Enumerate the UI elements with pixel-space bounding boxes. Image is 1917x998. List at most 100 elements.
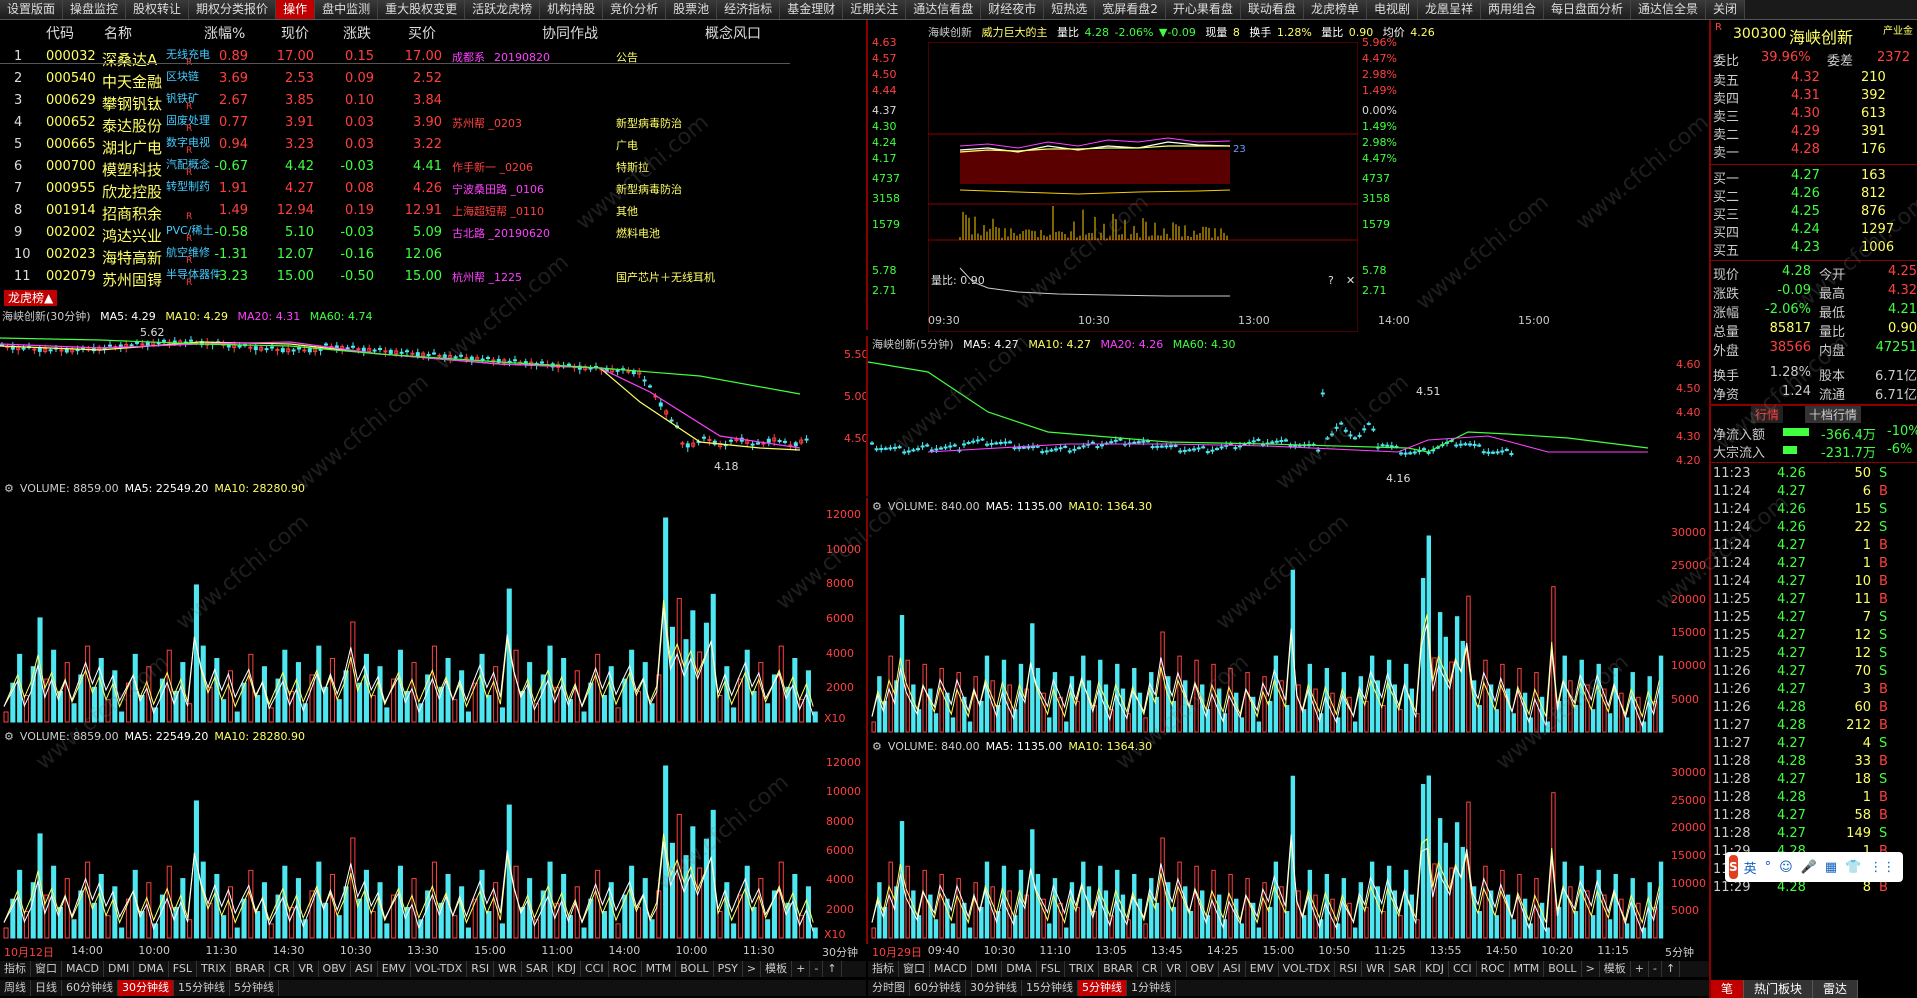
- bid-price[interactable]: 4.26: [1791, 186, 1820, 201]
- stock-name[interactable]: 湖北广电: [102, 137, 162, 158]
- settings-icon[interactable]: ⚙: [872, 500, 882, 513]
- stock-name[interactable]: 中天金融: [102, 71, 162, 92]
- volume-chart[interactable]: [0, 498, 866, 728]
- indicator-button[interactable]: ROC: [609, 961, 642, 977]
- indicator-button[interactable]: CCI: [1449, 961, 1477, 977]
- stock-code[interactable]: 000652: [46, 115, 96, 130]
- ask-price[interactable]: 4.31: [1791, 88, 1820, 103]
- stock-code[interactable]: 000700: [46, 159, 96, 174]
- indicator-button[interactable]: KDJ: [553, 961, 581, 977]
- indicator-button[interactable]: PSY: [714, 961, 743, 977]
- top-tab[interactable]: 电视剧: [1366, 0, 1418, 19]
- indicator-button[interactable]: 分时图: [868, 980, 910, 996]
- settings-icon[interactable]: ⚙: [872, 740, 882, 753]
- ime-button-6[interactable]: ⋮⋮: [1869, 860, 1895, 875]
- indicator-button[interactable]: 1分钟线: [1127, 980, 1176, 996]
- table-row[interactable]: 1000032深桑达A无线充电R0.8917.000.1517.00成都系 _2…: [0, 46, 866, 70]
- volume-chart[interactable]: [868, 516, 1711, 738]
- indicator-button[interactable]: ASI: [351, 961, 378, 977]
- indicator-button[interactable]: 30分钟线: [966, 980, 1022, 996]
- quote-bottom-tab[interactable]: 雷达: [1813, 980, 1859, 998]
- lhb-tag[interactable]: 龙虎榜▲: [4, 290, 58, 306]
- top-tab[interactable]: 操作: [276, 0, 316, 19]
- indicator-button[interactable]: -: [810, 961, 824, 977]
- stock-code[interactable]: 000665: [46, 137, 96, 152]
- top-tab[interactable]: 每日盘面分析: [1544, 0, 1632, 19]
- volume-chart[interactable]: [868, 756, 1711, 944]
- indicator-button[interactable]: +: [1631, 961, 1649, 977]
- volume-chart[interactable]: [0, 746, 866, 944]
- table-row[interactable]: 6 000700 模塑科技 汽配概念 R -0.67 4.42 -0.03 4.41 作手新一 _…: [0, 156, 866, 179]
- ask-price[interactable]: 4.32: [1791, 70, 1820, 85]
- top-tab[interactable]: 财经夜市: [981, 0, 1045, 19]
- indicator-button[interactable]: VR: [1162, 961, 1187, 977]
- indicator-button[interactable]: ↑: [1662, 961, 1681, 977]
- top-tab[interactable]: 操盘监控: [63, 0, 127, 19]
- bid-price[interactable]: 4.25: [1791, 204, 1820, 219]
- indicator-button[interactable]: MACD: [930, 961, 972, 977]
- top-tab[interactable]: 机构持股: [540, 0, 604, 19]
- indicator-button[interactable]: DMA: [134, 961, 169, 977]
- stock-code[interactable]: 002023: [46, 247, 96, 262]
- indicator-button[interactable]: 60分钟线: [62, 980, 118, 996]
- stock-code[interactable]: 000540: [46, 71, 96, 86]
- indicator-button[interactable]: BOLL: [676, 961, 714, 977]
- indicator-button[interactable]: TRIX: [197, 961, 232, 977]
- indicator-button[interactable]: BOLL: [1544, 961, 1582, 977]
- top-tab[interactable]: 近期关注: [843, 0, 907, 19]
- indicator-button[interactable]: +: [792, 961, 811, 977]
- indicator-button[interactable]: -: [1649, 961, 1662, 977]
- col-header-price[interactable]: 现价: [281, 23, 309, 42]
- stock-name[interactable]: 深桑达A: [102, 49, 157, 70]
- table-row[interactable]: 10 002023 海特高新 航空维修 R -1.31 12.07 -0.16 12.06: [0, 244, 866, 268]
- ime-logo-icon[interactable]: S: [1729, 855, 1738, 879]
- table-row[interactable]: 3 000629 攀钢钒钛 钒铁矿 R 2.67 3.85 0.10 3.84: [0, 90, 866, 113]
- stock-name[interactable]: 苏州固锝: [102, 269, 162, 290]
- top-tab[interactable]: 短热选: [1044, 0, 1096, 19]
- indicator-button[interactable]: ASI: [1219, 961, 1246, 977]
- ask-price[interactable]: 4.29: [1791, 124, 1820, 139]
- period-label[interactable]: 30分钟: [822, 944, 858, 960]
- indicator-button[interactable]: 30分钟线: [118, 980, 174, 996]
- indicator-button[interactable]: 窗口: [899, 961, 930, 977]
- col-header-bid[interactable]: 买价: [408, 23, 436, 42]
- indicator-button[interactable]: 指标: [0, 961, 31, 977]
- indicator-button[interactable]: WR: [494, 961, 522, 977]
- indicator-button[interactable]: VOL-TDX: [411, 961, 468, 977]
- col-header-name[interactable]: 名称: [104, 23, 132, 42]
- indicator-button[interactable]: CR: [270, 961, 295, 977]
- ask-price[interactable]: 4.28: [1791, 142, 1820, 157]
- settings-icon[interactable]: ⚙: [4, 730, 14, 743]
- stock-name[interactable]: 欣龙控股: [102, 181, 162, 202]
- indicator-button[interactable]: 模板: [761, 961, 793, 977]
- indicator-button[interactable]: 60分钟线: [910, 980, 966, 996]
- stock-name[interactable]: 海特高新: [102, 247, 162, 268]
- col-header-concept[interactable]: 概念风口: [705, 23, 761, 42]
- indicator-button[interactable]: 日线: [31, 980, 62, 996]
- top-tab[interactable]: 盘中监测: [315, 0, 379, 19]
- settings-icon[interactable]: ⚙: [4, 482, 14, 495]
- indicator-button[interactable]: ROC: [1477, 961, 1510, 977]
- ime-button-3[interactable]: 🎤: [1801, 860, 1817, 875]
- col-header-code[interactable]: 代码: [46, 23, 74, 42]
- indicator-button[interactable]: 指标: [868, 961, 899, 977]
- top-tab[interactable]: 联动看盘: [1240, 0, 1304, 19]
- indicator-button[interactable]: KDJ: [1421, 961, 1449, 977]
- indicator-button[interactable]: FSL: [1037, 961, 1065, 977]
- quote-bottom-tab[interactable]: 热门板块: [1744, 980, 1814, 998]
- indicator-button[interactable]: CCI: [581, 961, 609, 977]
- top-tab[interactable]: 宽屏看盘2: [1095, 0, 1166, 19]
- top-tab[interactable]: 龙虎榜单: [1303, 0, 1367, 19]
- indicator-button[interactable]: FSL: [169, 961, 197, 977]
- indicator-button[interactable]: OBV: [1187, 961, 1219, 977]
- quote-tab[interactable]: 十档行情: [1805, 406, 1862, 423]
- k30-chart[interactable]: 5.62 4.18: [0, 324, 818, 474]
- stock-name[interactable]: 招商积余: [102, 203, 162, 224]
- top-tab[interactable]: 股权转让: [126, 0, 190, 19]
- top-tab[interactable]: 重大股权变更: [378, 0, 466, 19]
- indicator-button[interactable]: VR: [294, 961, 319, 977]
- indicator-button[interactable]: DMI: [104, 961, 135, 977]
- indicator-button[interactable]: 周线: [0, 980, 31, 996]
- top-tab[interactable]: 通达信看盘: [906, 0, 982, 19]
- table-row[interactable]: 2 000540 中天金融 区块链 3.69 2.53 0.09 2.52: [0, 68, 866, 92]
